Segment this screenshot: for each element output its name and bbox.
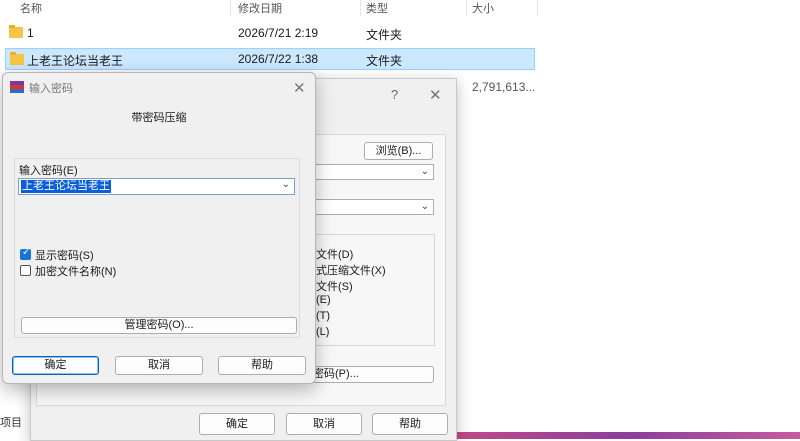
close-icon[interactable]: ✕ (429, 86, 442, 104)
encrypt-names-label[interactable]: 加密文件名称(N) (35, 263, 116, 279)
column-divider[interactable] (537, 0, 538, 16)
column-size[interactable]: 大小 (472, 0, 494, 16)
password-field-label: 输入密码(E) (19, 165, 78, 177)
folder-icon (9, 25, 23, 38)
winrar-icon (10, 81, 24, 93)
set-password-button[interactable]: 密码(P)... (300, 366, 434, 383)
dialog-titlebar[interactable]: 输入密码 ✕ (3, 73, 315, 101)
help-icon[interactable]: ? (391, 87, 398, 102)
cancel-button[interactable]: 取消 (115, 356, 203, 375)
option-t[interactable]: (T) (316, 310, 330, 322)
option-l[interactable]: (L) (316, 326, 329, 338)
show-password-label[interactable]: 显示密码(S) (35, 247, 94, 263)
column-divider[interactable] (360, 0, 361, 16)
taskbar-edge (455, 432, 800, 439)
option-delete-files[interactable]: 文件(D) (316, 246, 353, 262)
file-type: 文件夹 (366, 54, 403, 68)
column-header: 名称 修改日期 类型 大小 (0, 0, 540, 16)
browse-button[interactable]: 浏览(B)... (364, 142, 433, 160)
folder-icon (10, 52, 24, 65)
column-date[interactable]: 修改日期 (238, 0, 282, 16)
option-sfx-archive[interactable]: 式压缩文件(X) (316, 262, 386, 278)
archive-cancel-button[interactable]: 取消 (286, 413, 362, 435)
encrypt-names-checkbox[interactable] (20, 265, 31, 276)
file-size: 2,791,613... (472, 80, 536, 94)
file-date: 2026/7/21 2:19 (238, 26, 319, 40)
update-mode-combo[interactable]: ⌄ (300, 199, 434, 215)
password-input[interactable]: 上老王论坛当老王 ⌄ (18, 178, 295, 195)
column-divider[interactable] (466, 0, 467, 16)
chevron-down-icon: ⌄ (420, 201, 429, 212)
ok-button[interactable]: 确定 (12, 356, 99, 375)
dialog-title: 输入密码 (29, 83, 73, 95)
archive-name-combo[interactable]: ⌄ (300, 164, 434, 180)
column-name[interactable]: 名称 (20, 0, 42, 16)
archive-ok-button[interactable]: 确定 (199, 413, 275, 435)
chevron-down-icon[interactable]: ⌄ (282, 179, 290, 190)
option-solid-archive[interactable]: 文件(S) (316, 278, 353, 294)
archive-help-button[interactable]: 帮助 (372, 413, 448, 435)
column-type[interactable]: 类型 (366, 0, 388, 16)
file-name: 1 (27, 26, 34, 40)
file-date: 2026/7/22 1:38 (238, 52, 319, 66)
option-e[interactable]: (E) (316, 294, 331, 306)
close-icon[interactable]: ✕ (293, 79, 306, 97)
column-divider[interactable] (230, 0, 231, 16)
help-button[interactable]: 帮助 (218, 356, 306, 375)
show-password-checkbox[interactable] (20, 247, 31, 260)
manage-passwords-button[interactable]: 管理密码(O)... (21, 317, 297, 334)
file-row-selected[interactable]: 上老王论坛当老王 2026/7/22 1:38 文件夹 (5, 48, 535, 70)
item-count-fragment: 项目 (0, 417, 22, 429)
file-name: 上老王论坛当老王 (27, 54, 124, 68)
dialog-heading: 带密码压缩 (131, 112, 187, 124)
file-row[interactable]: 1 2026/7/21 2:19 文件夹 (5, 22, 535, 44)
password-value: 上老王论坛当老王 (21, 180, 111, 193)
file-type: 文件夹 (366, 28, 403, 42)
chevron-down-icon: ⌄ (420, 166, 429, 177)
